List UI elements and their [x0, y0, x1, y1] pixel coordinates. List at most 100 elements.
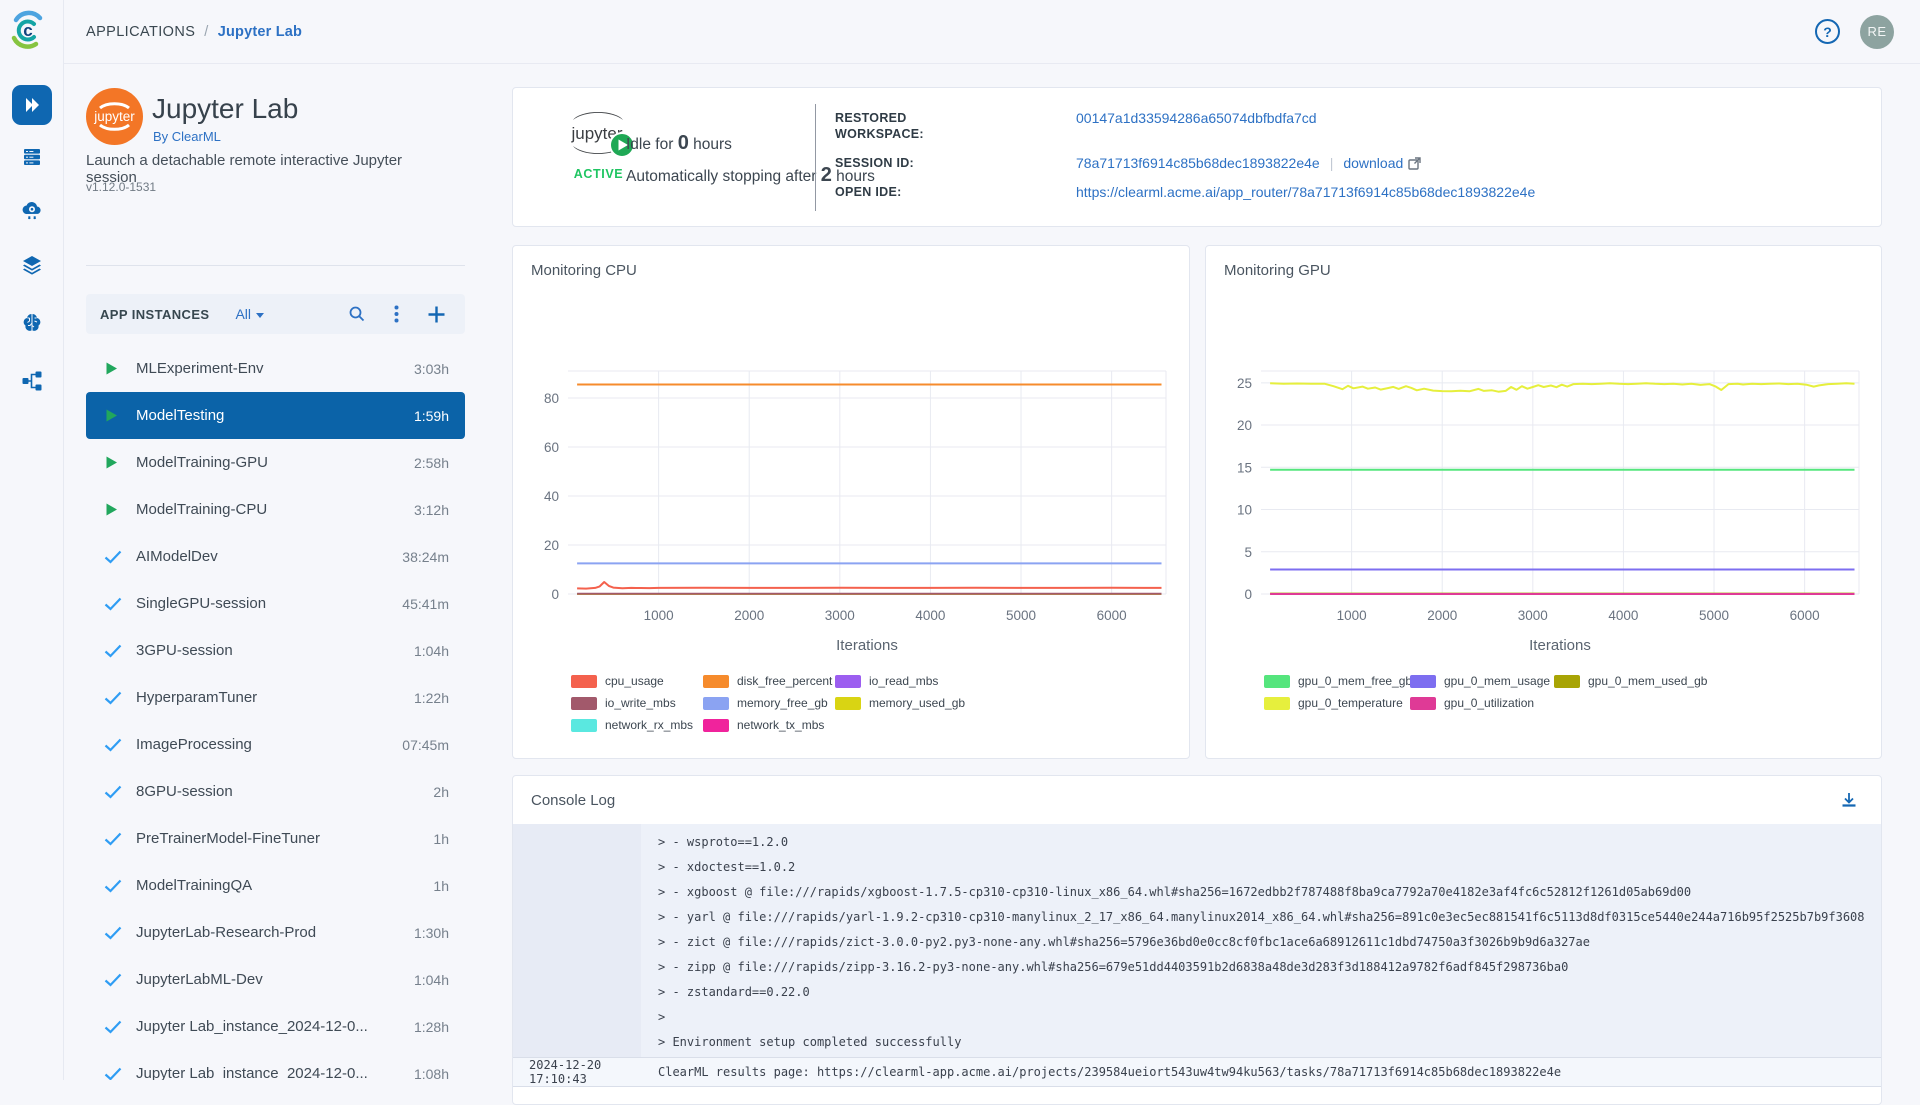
instance-name: MLExperiment-Env: [136, 360, 264, 377]
rail-item-cloud-autoscaler[interactable]: [12, 190, 52, 230]
app-instance-row[interactable]: SingleGPU-session45:41m: [86, 580, 465, 627]
svg-text:80: 80: [544, 391, 559, 406]
svg-text:1000: 1000: [1337, 608, 1367, 623]
console-log-line: > - zstandard==0.22.0: [658, 980, 1881, 1005]
legend-swatch: [1264, 675, 1290, 688]
instance-name: Jupyter Lab_instance_2024-12-0...: [136, 1018, 368, 1035]
help-icon[interactable]: ?: [1815, 19, 1840, 44]
instance-name: ModelTrainingQA: [136, 877, 252, 894]
legend-item[interactable]: gpu_0_temperature: [1264, 696, 1396, 710]
app-instance-row[interactable]: 8GPU-session2h: [86, 768, 465, 815]
sidebar-divider: [86, 265, 465, 266]
log-results-link[interactable]: ClearML results page: https://clearml-ap…: [658, 1065, 1561, 1079]
app-instance-row[interactable]: JupyterLabML-Dev1:04h: [86, 956, 465, 1003]
console-log-line: > - zict @ file:///rapids/zict-3.0.0-py2…: [658, 930, 1881, 955]
vertical-divider: [815, 104, 816, 211]
legend-item[interactable]: gpu_0_mem_usage: [1410, 674, 1540, 688]
completed-check-icon: [104, 689, 122, 707]
legend-swatch: [835, 697, 861, 710]
app-instance-row[interactable]: AIModelDev38:24m: [86, 533, 465, 580]
legend-item[interactable]: network_rx_mbs: [571, 718, 689, 732]
svg-text:Iterations: Iterations: [836, 637, 898, 654]
legend-swatch: [1264, 697, 1290, 710]
app-instance-row[interactable]: ImageProcessing07:45m: [86, 721, 465, 768]
legend-item[interactable]: io_write_mbs: [571, 696, 689, 710]
add-instance-button[interactable]: [426, 304, 447, 325]
gpu-chart-plot[interactable]: 0510152025100020003000400050006000Iterat…: [1206, 286, 1883, 661]
svg-text:10: 10: [1237, 503, 1252, 518]
instances-filter-dropdown[interactable]: All: [235, 306, 264, 322]
restored-workspace-value[interactable]: 00147a1d33594286a65074dbfbdfa7cd: [1076, 110, 1317, 126]
app-instances-header: APP INSTANCES All: [86, 294, 465, 334]
running-play-icon: [104, 360, 122, 378]
cpu-chart-legend: cpu_usage disk_free_percent io_read_mbs io_…: [571, 674, 965, 732]
rail-item-applications[interactable]: [12, 85, 52, 125]
svg-text:25: 25: [1237, 376, 1252, 391]
instance-duration: 1:22h: [404, 690, 449, 706]
avatar[interactable]: RE: [1860, 15, 1894, 49]
app-instance-row[interactable]: PreTrainerModel-FineTuner1h: [86, 815, 465, 862]
legend-item[interactable]: gpu_0_mem_used_gb: [1554, 674, 1707, 688]
legend-item[interactable]: gpu_0_utilization: [1410, 696, 1540, 710]
cpu-chart-plot[interactable]: 020406080100020003000400050006000Iterati…: [513, 286, 1191, 661]
app-byline-link[interactable]: By ClearML: [153, 129, 221, 144]
app-instance-row[interactable]: ModelTrainingQA1h: [86, 862, 465, 909]
app-instance-row[interactable]: ModelTraining-GPU2:58h: [86, 439, 465, 486]
session-id-label: SESSION ID:: [835, 155, 970, 171]
legend-item[interactable]: io_read_mbs: [835, 674, 965, 688]
download-session-link[interactable]: download: [1343, 155, 1421, 171]
legend-label: gpu_0_utilization: [1444, 696, 1534, 710]
legend-item[interactable]: cpu_usage: [571, 674, 689, 688]
rail-item-ai-models[interactable]: [12, 303, 52, 343]
app-instance-row[interactable]: Jupyter Lab_instance_2024-12-0...1:08h: [86, 1050, 465, 1080]
app-sidebar: jupyter Jupyter Lab By ClearML Launch a …: [64, 64, 465, 1080]
rail-item-datasets[interactable]: [12, 245, 52, 285]
completed-check-icon: [104, 736, 122, 754]
svg-text:6000: 6000: [1097, 608, 1127, 623]
app-instance-row[interactable]: HyperparamTuner1:22h: [86, 674, 465, 721]
instance-name: JupyterLab-Research-Prod: [136, 924, 316, 941]
legend-item[interactable]: memory_used_gb: [835, 696, 965, 710]
download-log-icon[interactable]: [1839, 790, 1859, 810]
clearml-logo[interactable]: c: [6, 8, 50, 52]
app-instance-row[interactable]: Jupyter Lab_instance_2024-12-0... 1:28h: [86, 1003, 465, 1050]
legend-swatch: [703, 675, 729, 688]
session-summary-card: jupyter ACTIVE Idle for 0 hours Automati…: [512, 87, 1882, 227]
kebab-menu-icon[interactable]: [386, 304, 407, 325]
app-instance-row[interactable]: ModelTesting1:59h: [86, 392, 465, 439]
legend-swatch: [835, 675, 861, 688]
rail-item-workers-queues[interactable]: [12, 137, 52, 177]
legend-label: cpu_usage: [605, 674, 664, 688]
legend-item[interactable]: network_tx_mbs: [703, 718, 821, 732]
console-log-line: > - xgboost @ file:///rapids/xgboost-1.7…: [658, 880, 1881, 905]
app-instance-row[interactable]: JupyterLab-Research-Prod1:30h: [86, 909, 465, 956]
cpu-chart-title: Monitoring CPU: [531, 262, 637, 279]
console-log-card: Console Log > - wsproto==1.2.0> - xdocte…: [512, 775, 1882, 1105]
open-ide-url[interactable]: https://clearml.acme.ai/app_router/78a71…: [1076, 184, 1535, 200]
breadcrumb-applications[interactable]: APPLICATIONS: [86, 24, 195, 40]
svg-text:60: 60: [544, 440, 559, 455]
svg-text:3000: 3000: [1518, 608, 1548, 623]
svg-text:c: c: [23, 21, 32, 40]
console-log-body[interactable]: > - wsproto==1.2.0> - xdoctest==1.0.2> -…: [513, 824, 1881, 1057]
search-icon[interactable]: [346, 304, 367, 325]
console-log-line: > - wsproto==1.2.0: [658, 830, 1881, 855]
session-id-value[interactable]: 78a71713f6914c85b68dec1893822e4e: [1076, 155, 1320, 171]
legend-item[interactable]: disk_free_percent: [703, 674, 821, 688]
instance-duration: 38:24m: [392, 549, 449, 565]
instance-name: SingleGPU-session: [136, 595, 266, 612]
instance-duration: 3:03h: [404, 361, 449, 377]
app-instance-row[interactable]: ModelTraining-CPU3:12h: [86, 486, 465, 533]
legend-item[interactable]: gpu_0_mem_free_gb: [1264, 674, 1396, 688]
instance-duration: 1:08h: [404, 1066, 449, 1081]
legend-swatch: [703, 719, 729, 732]
app-instance-row[interactable]: 3GPU-session1:04h: [86, 627, 465, 674]
running-play-icon: [104, 501, 122, 519]
legend-swatch: [571, 697, 597, 710]
app-instance-row[interactable]: MLExperiment-Env 3:03h: [86, 345, 465, 392]
rail-item-pipelines[interactable]: [12, 361, 52, 401]
instance-duration: 1:28h: [404, 1019, 449, 1035]
series-cpu_usage: [577, 582, 1161, 589]
legend-item[interactable]: memory_free_gb: [703, 696, 821, 710]
instance-name: ImageProcessing: [136, 736, 252, 753]
